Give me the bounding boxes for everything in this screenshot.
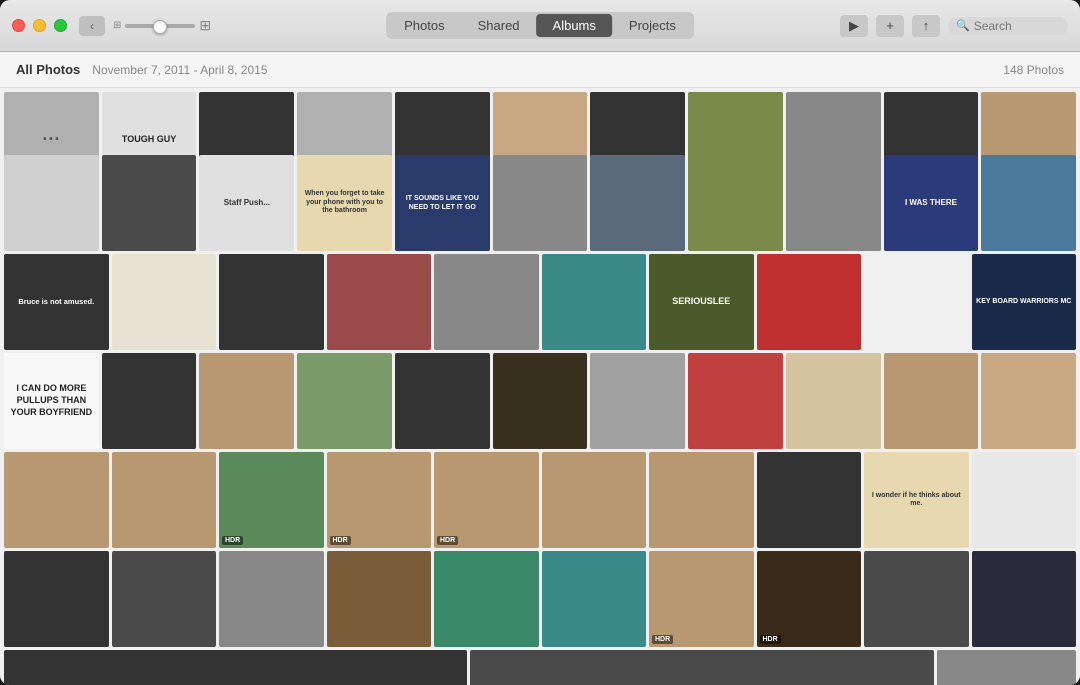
all-photos-label: All Photos bbox=[16, 62, 80, 77]
photo-thumb[interactable] bbox=[112, 254, 217, 350]
photo-thumb[interactable]: HDR bbox=[757, 551, 862, 647]
close-button[interactable] bbox=[12, 19, 25, 32]
photo-thumb[interactable] bbox=[649, 452, 754, 548]
photo-thumb[interactable]: When you forget to take your phone with … bbox=[297, 155, 392, 251]
back-button[interactable]: ‹ bbox=[79, 16, 105, 36]
photo-thumb[interactable]: Bruce is not amused. bbox=[4, 254, 109, 350]
titlebar-right: ▶ + ↑ 🔍 bbox=[840, 15, 1068, 37]
photo-thumb[interactable] bbox=[688, 155, 783, 251]
app-window: ‹ ⊞ ⊞ Photos Shared Albums Projects ▶ + … bbox=[0, 0, 1080, 685]
photo-thumb[interactable] bbox=[493, 155, 588, 251]
photo-thumb[interactable]: HDR bbox=[649, 551, 754, 647]
tab-photos[interactable]: Photos bbox=[388, 14, 460, 37]
minimize-button[interactable] bbox=[33, 19, 46, 32]
photo-thumb[interactable] bbox=[434, 254, 539, 350]
photo-thumb[interactable] bbox=[102, 353, 197, 449]
photo-thumb[interactable] bbox=[981, 155, 1076, 251]
zoom-slider-area: ⊞ ⊞ bbox=[113, 17, 211, 34]
search-input[interactable] bbox=[974, 19, 1064, 33]
photo-thumb[interactable] bbox=[864, 254, 969, 350]
photo-thumb[interactable] bbox=[4, 650, 467, 685]
tab-shared[interactable]: Shared bbox=[462, 14, 536, 37]
photo-thumb[interactable] bbox=[4, 452, 109, 548]
hdr-badge: HDR bbox=[330, 536, 351, 545]
photo-thumb[interactable] bbox=[757, 452, 862, 548]
photo-thumb[interactable]: KEY BOARD WARRIORS MC bbox=[972, 254, 1077, 350]
photo-thumb[interactable] bbox=[590, 155, 685, 251]
nav-tabs: Photos Shared Albums Projects bbox=[386, 12, 694, 39]
photo-thumb[interactable] bbox=[199, 353, 294, 449]
photo-row: HDR HDR HDR I wonder if he thinks about … bbox=[4, 452, 1076, 548]
photo-thumb[interactable] bbox=[864, 551, 969, 647]
photo-thumb[interactable]: HDR bbox=[327, 452, 432, 548]
photo-thumb[interactable] bbox=[981, 353, 1076, 449]
photo-thumb[interactable] bbox=[297, 353, 392, 449]
tab-albums[interactable]: Albums bbox=[537, 14, 612, 37]
search-icon: 🔍 bbox=[956, 19, 970, 32]
photo-thumb[interactable]: HDR bbox=[219, 452, 324, 548]
play-button[interactable]: ▶ bbox=[840, 15, 868, 37]
photo-thumb[interactable] bbox=[112, 452, 217, 548]
photo-thumb[interactable] bbox=[972, 551, 1077, 647]
photo-row: Staff Push... When you forget to take yo… bbox=[4, 155, 1076, 251]
hdr-badge: HDR bbox=[437, 536, 458, 545]
photo-thumb[interactable] bbox=[219, 551, 324, 647]
photo-row: HDR HDR bbox=[4, 551, 1076, 647]
grid-large-icon: ⊞ bbox=[199, 17, 211, 34]
photo-thumb[interactable] bbox=[542, 452, 647, 548]
photo-thumb[interactable]: I WAS THERE bbox=[884, 155, 979, 251]
share-button[interactable]: ↑ bbox=[912, 15, 940, 37]
photo-thumb[interactable]: I CAN DO MORE PULLUPS THAN YOUR BOYFRIEN… bbox=[4, 353, 99, 449]
photo-thumb[interactable] bbox=[493, 353, 588, 449]
subtitlebar: All Photos November 7, 2011 - April 8, 2… bbox=[0, 52, 1080, 88]
hdr-badge: HDR bbox=[222, 536, 243, 545]
zoom-slider[interactable] bbox=[125, 24, 195, 28]
tab-projects[interactable]: Projects bbox=[613, 14, 692, 37]
photo-thumb[interactable] bbox=[590, 353, 685, 449]
photo-thumb[interactable] bbox=[972, 452, 1077, 548]
photo-thumb[interactable] bbox=[112, 551, 217, 647]
add-button[interactable]: + bbox=[876, 15, 904, 37]
photo-thumb[interactable] bbox=[884, 353, 979, 449]
photo-thumb[interactable] bbox=[786, 155, 881, 251]
photo-thumb[interactable]: IT SOUNDS LIKE YOU NEED TO LET IT GO bbox=[395, 155, 490, 251]
date-range: November 7, 2011 - April 8, 2015 bbox=[92, 63, 267, 77]
photo-thumb[interactable] bbox=[542, 551, 647, 647]
hdr-badge: HDR bbox=[760, 635, 781, 644]
photo-thumb[interactable] bbox=[757, 254, 862, 350]
photo-count: 148 Photos bbox=[1003, 63, 1064, 77]
photo-thumb[interactable] bbox=[4, 155, 99, 251]
subtitle-left: All Photos November 7, 2011 - April 8, 2… bbox=[16, 62, 268, 77]
photo-thumb[interactable] bbox=[327, 254, 432, 350]
photo-thumb[interactable]: I wonder if he thinks about me. bbox=[864, 452, 969, 548]
photo-thumb[interactable] bbox=[434, 551, 539, 647]
maximize-button[interactable] bbox=[54, 19, 67, 32]
photo-row: ··· TOUGH GUY bbox=[4, 92, 1076, 152]
traffic-lights bbox=[12, 19, 67, 32]
photo-thumb[interactable]: Staff Push... bbox=[199, 155, 294, 251]
photo-thumb[interactable] bbox=[688, 353, 783, 449]
photo-thumb[interactable]: SERIOUSLEE bbox=[649, 254, 754, 350]
photo-thumb[interactable] bbox=[786, 353, 881, 449]
photo-thumb[interactable] bbox=[219, 254, 324, 350]
grid-small-icon: ⊞ bbox=[113, 20, 121, 31]
photo-row: I CAN DO MORE PULLUPS THAN YOUR BOYFRIEN… bbox=[4, 353, 1076, 449]
titlebar: ‹ ⊞ ⊞ Photos Shared Albums Projects ▶ + … bbox=[0, 0, 1080, 52]
photo-thumb[interactable] bbox=[327, 551, 432, 647]
photo-thumb[interactable] bbox=[395, 353, 490, 449]
photo-thumb[interactable] bbox=[542, 254, 647, 350]
photo-thumb[interactable] bbox=[4, 551, 109, 647]
photo-row bbox=[4, 650, 1076, 685]
photo-thumb[interactable] bbox=[937, 650, 1076, 685]
photo-thumb[interactable]: HDR bbox=[434, 452, 539, 548]
photo-grid[interactable]: ··· TOUGH GUY Staff Push... bbox=[0, 88, 1080, 685]
photo-row: Bruce is not amused. SERIOUSLEE bbox=[4, 254, 1076, 350]
search-box[interactable]: 🔍 bbox=[948, 17, 1068, 35]
photo-thumb[interactable] bbox=[102, 155, 197, 251]
hdr-badge: HDR bbox=[652, 635, 673, 644]
photo-thumb[interactable] bbox=[470, 650, 933, 685]
